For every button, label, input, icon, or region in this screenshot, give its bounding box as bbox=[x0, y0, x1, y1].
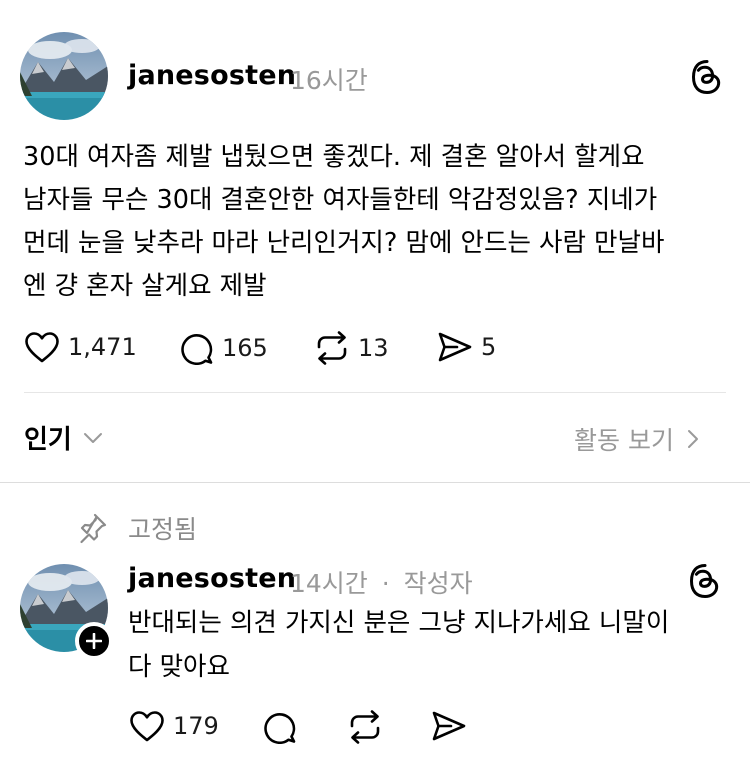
reply-username[interactable]: janesosten bbox=[128, 563, 296, 594]
author-tag: 작성자 bbox=[403, 569, 473, 598]
post-timestamp: 16시간 bbox=[290, 66, 368, 95]
reply-timestamp: 14시간 bbox=[290, 569, 368, 598]
reply-meta: 14시간 · 작성자 bbox=[290, 564, 473, 600]
reply-body-line: 반대되는 의견 가지신 분은 그냥 지나가세요 니말이 bbox=[128, 608, 670, 638]
reply-body: 반대되는 의견 가지신 분은 그냥 지나가세요 니말이 다 맞아요 bbox=[128, 601, 669, 689]
share-count: 5 bbox=[481, 333, 497, 361]
follow-plus-button[interactable] bbox=[75, 622, 113, 660]
view-activity-link[interactable]: 활동 보기 bbox=[574, 421, 700, 457]
reply-repost-button[interactable] bbox=[347, 710, 383, 744]
meta-separator: · bbox=[381, 569, 390, 598]
like-button[interactable]: 1,471 bbox=[24, 331, 137, 363]
pinned-label: 고정됨 bbox=[128, 515, 198, 544]
divider bbox=[24, 392, 726, 393]
pin-icon bbox=[80, 513, 107, 544]
threads-logo-icon[interactable] bbox=[688, 563, 722, 599]
repost-icon bbox=[350, 710, 380, 744]
chevron-down-icon bbox=[83, 432, 102, 443]
post-body: 30대 여자좀 제발 냅뒀으면 좋겠다. 제 결혼 알아서 할게요 남자들 무슨… bbox=[23, 136, 664, 308]
heart-icon bbox=[25, 332, 59, 363]
send-icon bbox=[438, 332, 472, 362]
reply-share-button[interactable] bbox=[431, 710, 467, 742]
reply-like-button[interactable]: 179 bbox=[129, 710, 219, 742]
reply-count: 165 bbox=[222, 334, 268, 362]
post-body-line: 엔 걍 혼자 살게요 제발 bbox=[23, 271, 267, 301]
chevron-right-icon bbox=[687, 430, 698, 448]
send-icon bbox=[432, 711, 466, 741]
repost-icon bbox=[317, 331, 347, 365]
post-body-line: 남자들 무슨 30대 결혼안한 여자들한테 악감정있음? 지네가 bbox=[23, 185, 658, 215]
plus-icon bbox=[86, 633, 102, 649]
reply-body-line: 다 맞아요 bbox=[128, 652, 230, 682]
threads-logo-icon[interactable] bbox=[690, 59, 724, 95]
reply-button[interactable]: 165 bbox=[180, 331, 268, 365]
like-count: 1,471 bbox=[68, 333, 137, 361]
comment-bubble-icon bbox=[181, 334, 213, 365]
post-username[interactable]: janesosten bbox=[128, 60, 296, 91]
post-body-line: 먼데 눈을 낮추라 마라 난리인거지? 맘에 안드는 사람 만날바 bbox=[23, 228, 665, 258]
reply-reply-button[interactable] bbox=[263, 710, 297, 744]
section-divider bbox=[0, 482, 750, 483]
post-body-line: 30대 여자좀 제발 냅뒀으면 좋겠다. 제 결혼 알아서 할게요 bbox=[23, 142, 645, 172]
share-button[interactable]: 5 bbox=[437, 331, 496, 363]
repost-button[interactable]: 13 bbox=[314, 331, 389, 365]
reply-like-count: 179 bbox=[173, 712, 219, 740]
post-avatar[interactable] bbox=[20, 32, 108, 120]
repost-count: 13 bbox=[358, 334, 389, 362]
sort-label: 인기 bbox=[24, 425, 72, 455]
sort-dropdown[interactable]: 인기 bbox=[24, 419, 104, 456]
heart-icon bbox=[130, 711, 164, 742]
view-activity-label: 활동 보기 bbox=[574, 426, 674, 455]
comment-bubble-icon bbox=[264, 713, 296, 744]
pinned-indicator: 고정됨 bbox=[76, 510, 197, 546]
